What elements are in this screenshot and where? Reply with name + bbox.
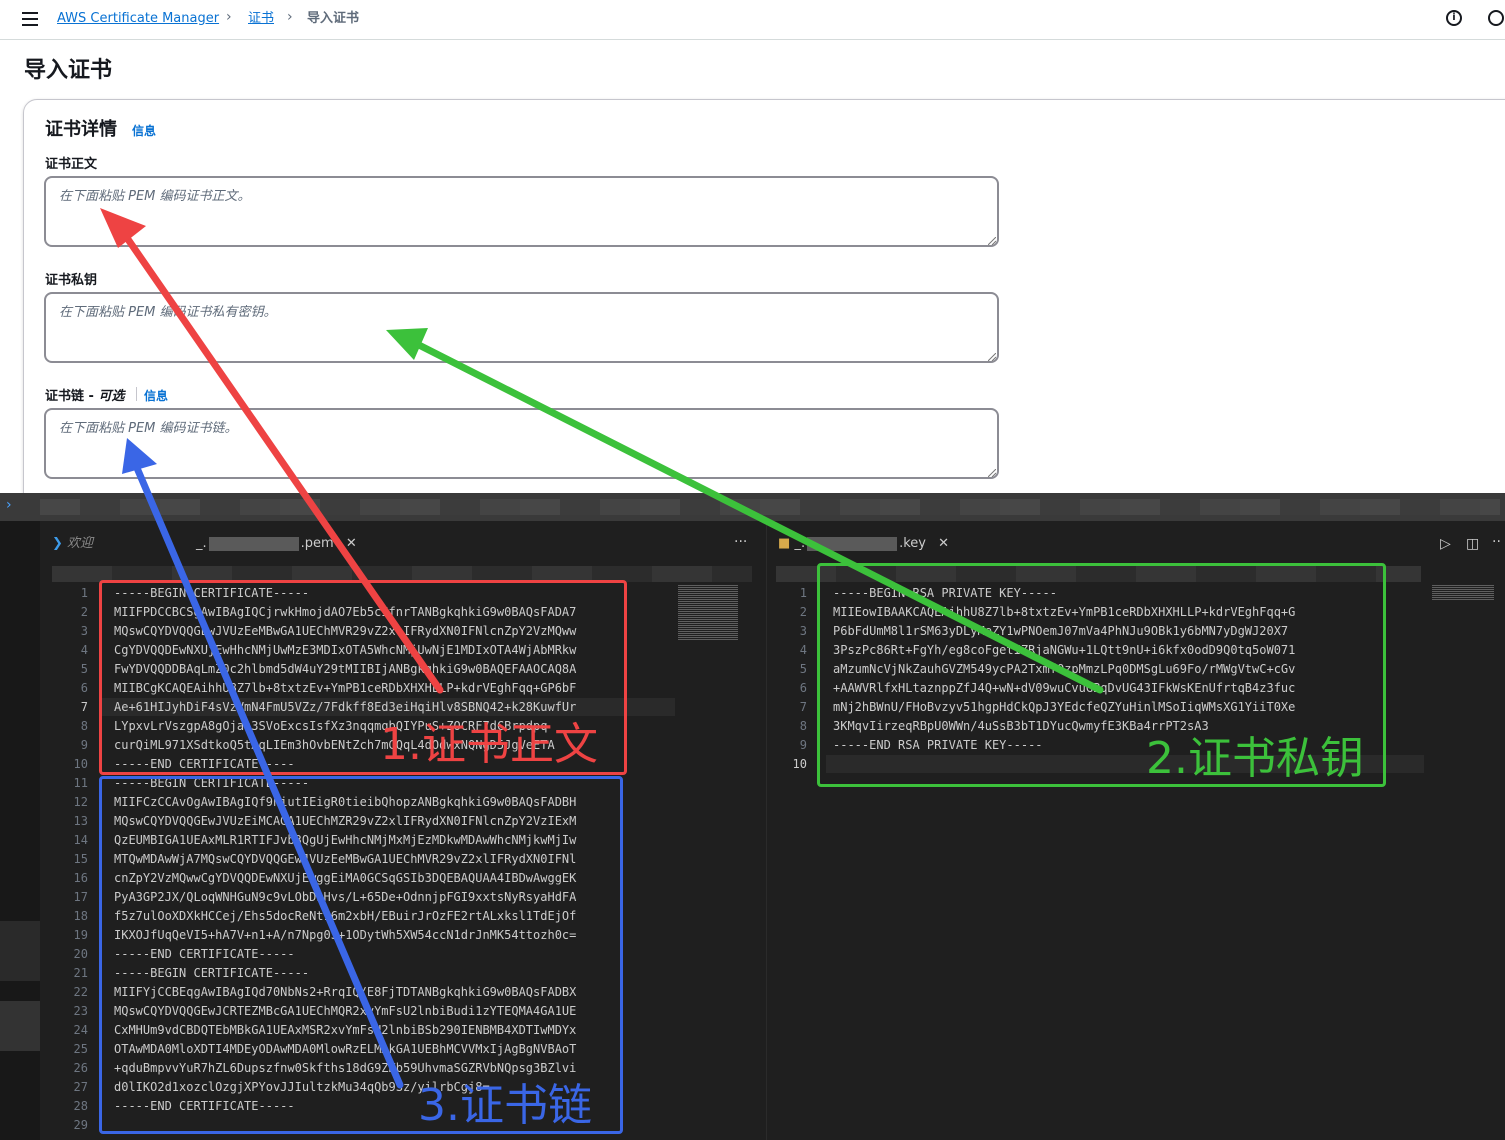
resize-handle-icon[interactable] — [988, 353, 996, 361]
arrow-body — [121, 231, 444, 694]
resize-handle-icon[interactable] — [988, 237, 996, 245]
annotation-arrows — [100, 208, 1104, 1089]
arrow-head-chain — [122, 438, 157, 474]
arrow-key — [411, 339, 1104, 694]
arrow-chain — [133, 464, 404, 1089]
arrow-head-body — [100, 208, 146, 248]
resize-handle-icon[interactable] — [988, 469, 996, 477]
